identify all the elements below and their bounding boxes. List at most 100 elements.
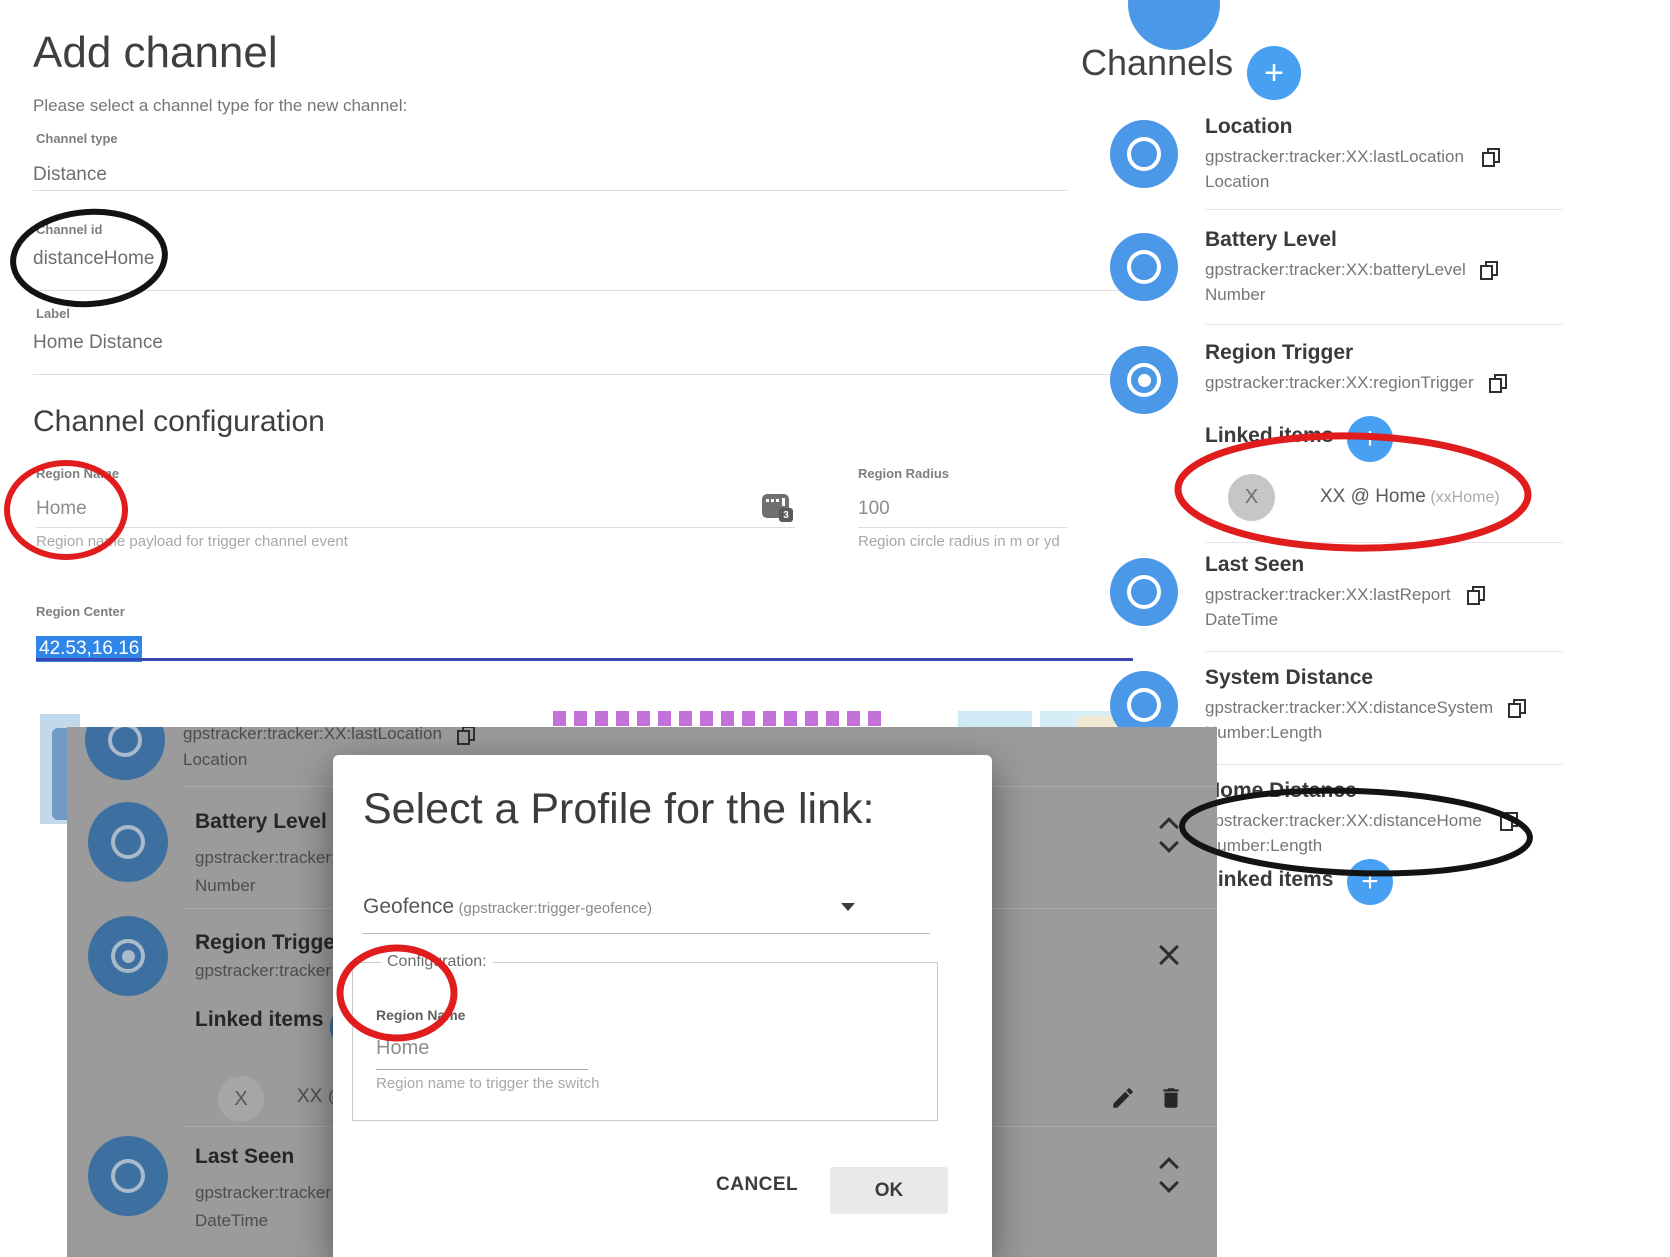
- channel-type-icon: [85, 727, 165, 780]
- linked-item-suffix: (xxHome): [1430, 489, 1499, 506]
- profile-dialog: Select a Profile for the link: Geofence …: [333, 755, 992, 1257]
- channel-id-underline: [33, 290, 1135, 291]
- form-subtitle: Please select a channel type for the new…: [33, 96, 407, 116]
- channel-item-type: Number: [195, 876, 255, 896]
- channel-type-underline: [33, 190, 1067, 191]
- label-underline: [33, 374, 1135, 375]
- lastseen-ring-icon: [111, 1159, 145, 1193]
- copy-icon[interactable]: [1508, 699, 1526, 719]
- channels-panel-title: Channels: [1081, 42, 1233, 84]
- lastseen-ring-icon: [1127, 575, 1161, 609]
- region-center-label: Region Center: [36, 604, 125, 619]
- channel-item-type: Number: [1205, 285, 1265, 305]
- channel-id-label: Channel id: [36, 222, 102, 237]
- channel-type-label: Channel type: [36, 131, 118, 146]
- channel-title: Region Trigger: [1205, 341, 1353, 365]
- autofill-dots: [766, 499, 780, 502]
- cancel-button[interactable]: CANCEL: [710, 1173, 804, 1197]
- add-linked-item-button[interactable]: +: [1347, 416, 1393, 462]
- channel-item-type: Number:Length: [1205, 836, 1322, 856]
- linked-items-label: Linked items: [1205, 868, 1333, 892]
- channel-uid: gpstracker:tracker:XX:lastLocation: [183, 727, 442, 744]
- row-divider: [1205, 209, 1563, 210]
- region-name-input[interactable]: Home: [376, 1037, 429, 1060]
- channel-uid: gpstracker:tracker:XX:lastReport: [1205, 585, 1451, 605]
- channel-type-icon: [88, 802, 168, 882]
- channel-item-type: Number:Length: [1205, 723, 1322, 743]
- copy-icon[interactable]: [1467, 586, 1485, 606]
- config-section-title: Channel configuration: [33, 405, 325, 439]
- channel-title: Home Distance: [1205, 779, 1357, 803]
- linked-items-label: Linked items: [1205, 424, 1333, 448]
- channel-title: Region Trigger: [195, 931, 343, 955]
- channel-uid: gpstracker:tracker:XX:distanceSystem: [1205, 698, 1493, 718]
- row-divider: [1205, 542, 1563, 543]
- channel-title: System Distance: [1205, 666, 1373, 690]
- copy-icon[interactable]: [1480, 261, 1498, 281]
- autofill-bar: [782, 498, 785, 506]
- channel-title: Battery Level: [195, 810, 327, 834]
- channel-item-type: Location: [183, 750, 247, 770]
- location-ring-icon: [1127, 137, 1161, 171]
- dialog-title: Select a Profile for the link:: [363, 785, 874, 834]
- reorder-chevrons[interactable]: [1162, 1160, 1176, 1190]
- label-label: Label: [36, 306, 70, 321]
- region-radius-field[interactable]: 100: [858, 498, 890, 520]
- linked-item-text: XX @ Home: [1320, 486, 1426, 507]
- chevron-down-icon[interactable]: [841, 903, 855, 911]
- region-name-label: Region Name: [36, 466, 119, 481]
- collapse-chevrons[interactable]: [1162, 940, 1176, 970]
- channel-id-field[interactable]: distanceHome: [33, 248, 154, 270]
- channel-type-icon: [88, 916, 168, 996]
- region-radius-hint: Region circle radius in m or yd: [858, 533, 1138, 550]
- add-channel-button[interactable]: +: [1247, 46, 1301, 100]
- copy-icon[interactable]: [1500, 812, 1518, 832]
- configuration-fieldset: Configuration: Region Name Home Region n…: [352, 953, 938, 1121]
- region-name-field[interactable]: Home: [36, 498, 87, 520]
- page-title: Add channel: [33, 28, 278, 78]
- reorder-chevrons[interactable]: [1162, 820, 1176, 850]
- copy-icon[interactable]: [1489, 374, 1507, 394]
- channel-title: Last Seen: [195, 1145, 294, 1169]
- region-name-underline: [376, 1069, 588, 1070]
- region-name-hint: Region name to trigger the switch: [376, 1075, 599, 1092]
- region-name-label: Region Name: [376, 1007, 465, 1023]
- trigger-ring-dot-icon: [111, 939, 145, 973]
- channel-type-icon: [1110, 120, 1178, 188]
- configuration-legend: Configuration:: [381, 953, 493, 971]
- copy-icon[interactable]: [457, 727, 475, 746]
- region-name-underline: [36, 527, 795, 528]
- profile-select-value: Geofence: [363, 895, 454, 918]
- add-linked-item-button[interactable]: +: [1347, 859, 1393, 905]
- ok-button[interactable]: OK: [830, 1167, 948, 1214]
- autofill-extension-icon[interactable]: 3: [762, 494, 789, 518]
- channel-type-field[interactable]: Distance: [33, 164, 107, 186]
- region-radius-underline: [858, 527, 1067, 528]
- channel-uid: gpstracker:tracker:XX:regionTrigger: [1205, 373, 1474, 393]
- edit-icon[interactable]: [1110, 1085, 1136, 1111]
- channel-type-icon: [1110, 233, 1178, 301]
- profile-select-underline: [363, 933, 930, 934]
- sliver-block: [958, 711, 1032, 727]
- profile-select-uid: (gpstracker:trigger-geofence): [459, 900, 652, 917]
- region-center-focus-underline: [36, 658, 1133, 661]
- linked-items-label: Linked items: [195, 1008, 323, 1032]
- clipped-text-fragment: [553, 711, 883, 726]
- copy-icon[interactable]: [1482, 148, 1500, 168]
- channel-title: Battery Level: [1205, 228, 1337, 252]
- channel-title: Last Seen: [1205, 553, 1304, 577]
- label-field[interactable]: Home Distance: [33, 332, 163, 354]
- row-divider: [1205, 764, 1563, 765]
- linked-item-chip[interactable]: XX @ Home (xxHome): [1320, 486, 1500, 508]
- profile-select[interactable]: Geofence (gpstracker:trigger-geofence): [363, 895, 652, 919]
- linked-item-avatar[interactable]: X: [1228, 474, 1275, 521]
- channel-uid: gpstracker:tracker:XX:lastLocation: [1205, 147, 1464, 167]
- channel-uid: gpstracker:tracker:XX:distanceHome: [1205, 811, 1482, 831]
- delete-icon[interactable]: [1158, 1085, 1184, 1111]
- linked-item-avatar[interactable]: X: [218, 1076, 264, 1122]
- row-divider: [1205, 324, 1563, 325]
- sysdist-ring-icon: [1127, 688, 1161, 722]
- battery-ring-icon: [111, 825, 145, 859]
- region-radius-label: Region Radius: [858, 466, 949, 481]
- channel-type-icon: [1110, 558, 1178, 626]
